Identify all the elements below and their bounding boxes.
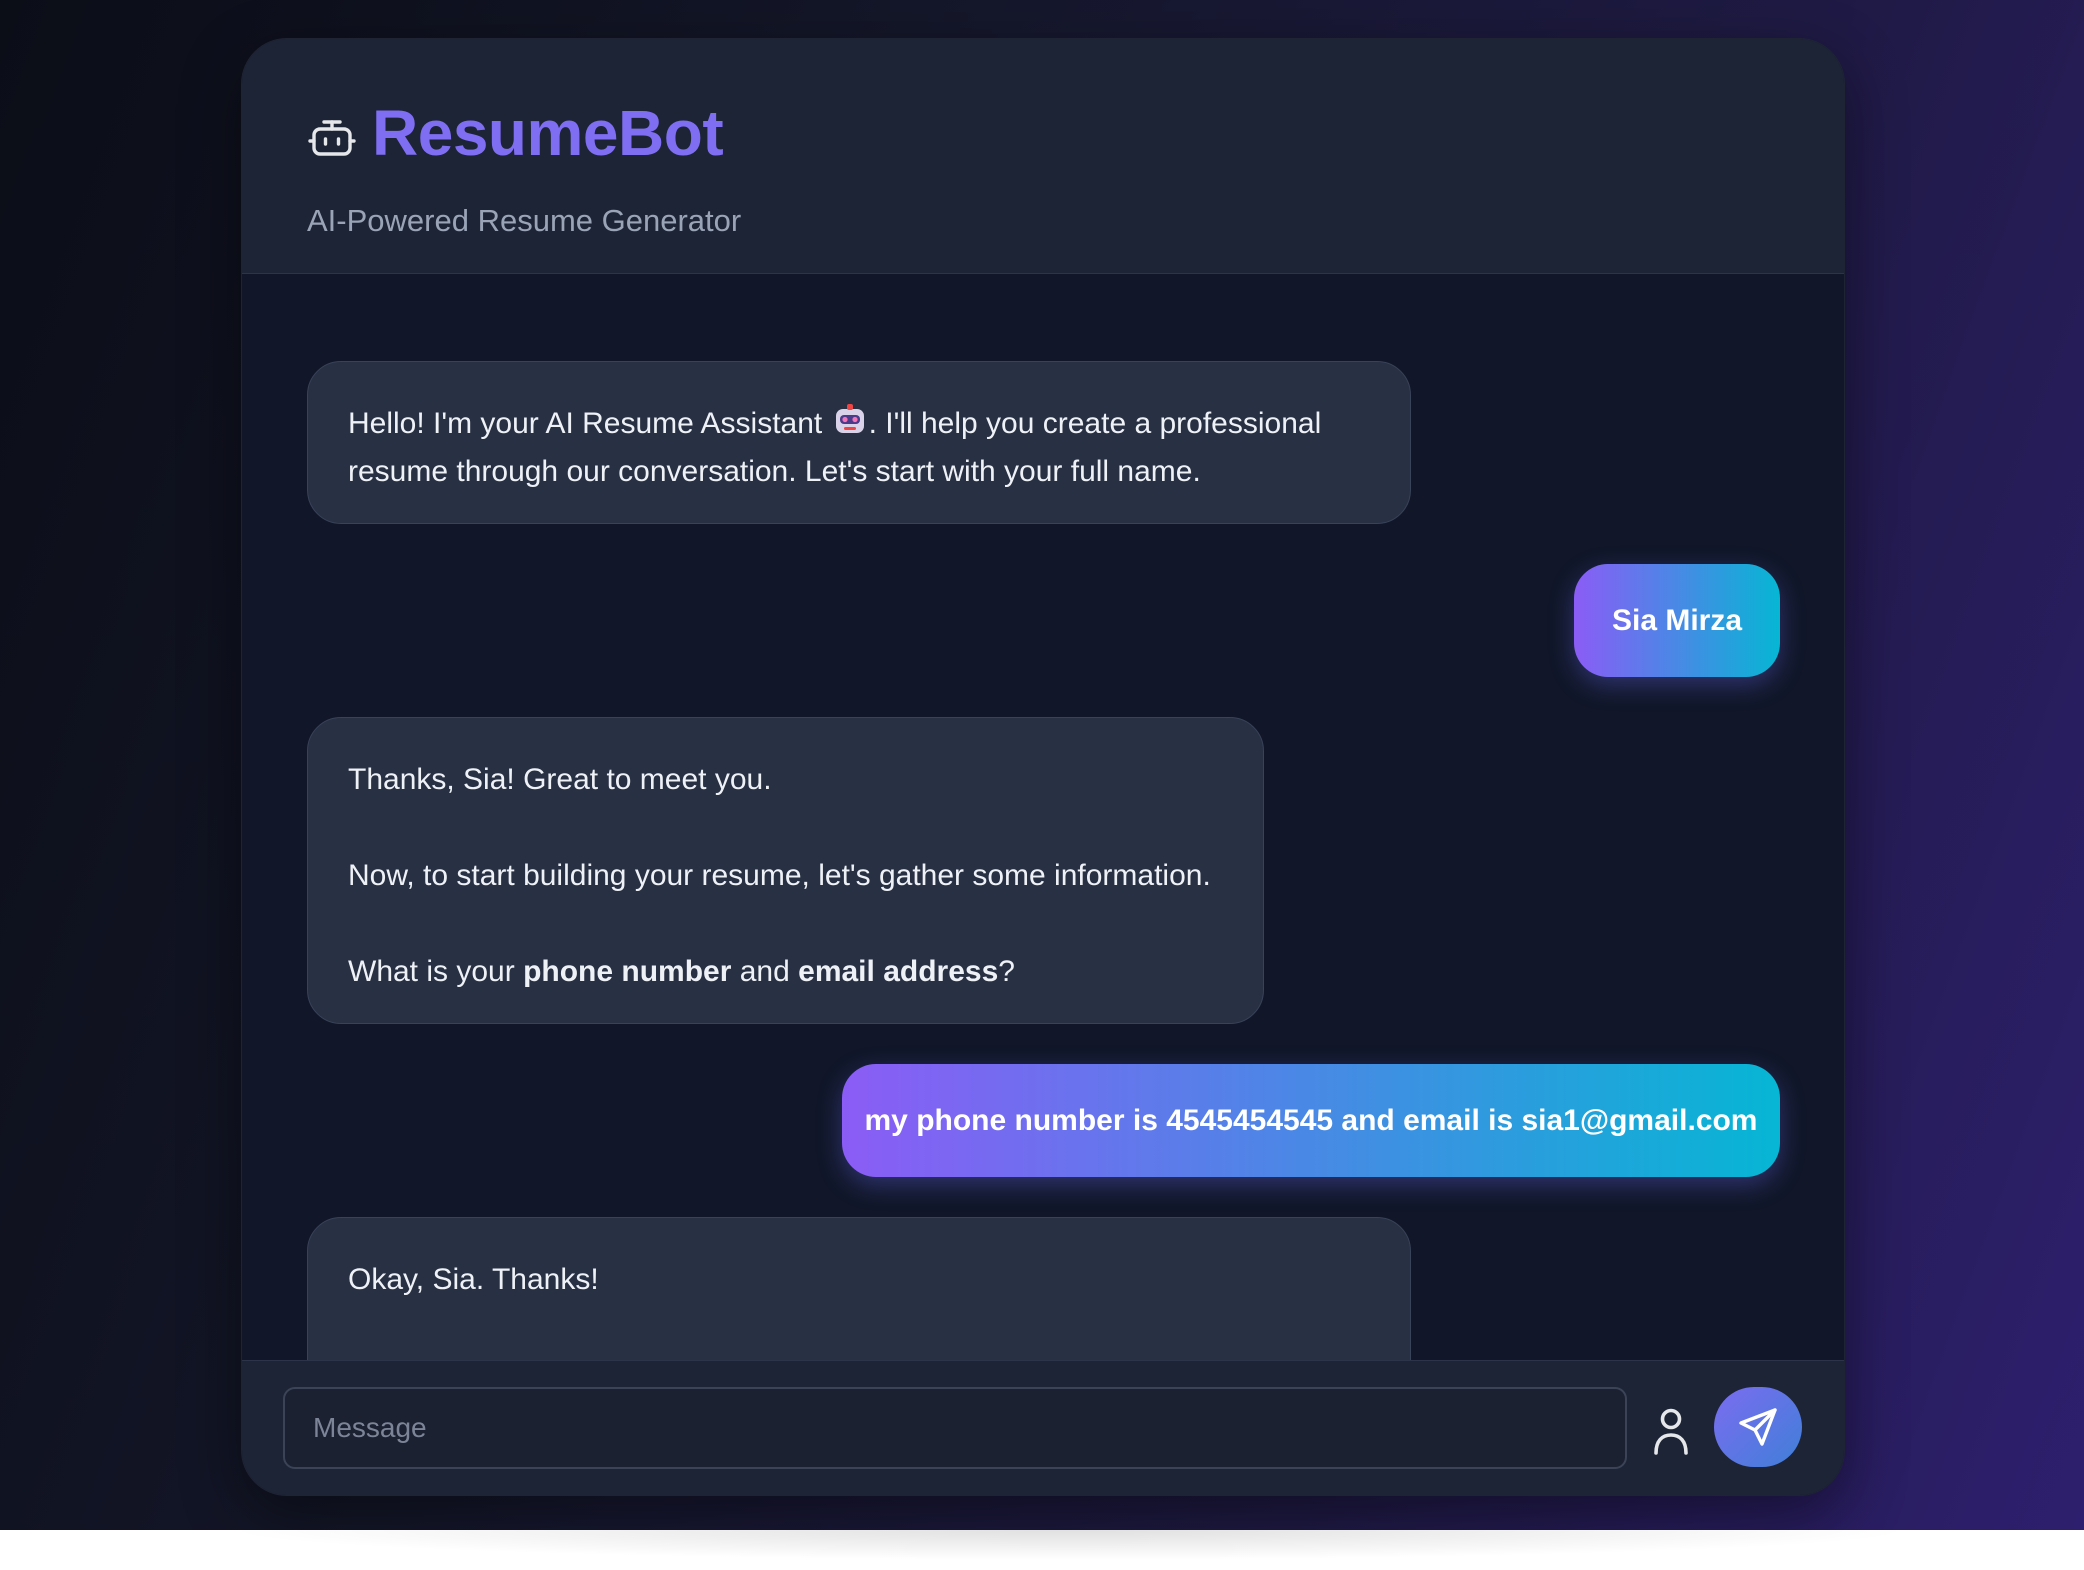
user-message: my phone number is 4545454545 and email … (842, 1064, 1780, 1177)
message-line: Now, to start building your resume, let'… (348, 859, 1211, 892)
page-background: ResumeBot AI-Powered Resume Generator He… (0, 0, 2084, 1530)
message-line: What is your phone number and email addr… (348, 955, 1015, 988)
user-icon[interactable] (1647, 1405, 1695, 1457)
message-list[interactable]: Hello! I'm your AI Resume Assistant . I'… (242, 274, 1844, 1398)
bot-message: Thanks, Sia! Great to meet you. Now, to … (307, 717, 1264, 1024)
message-text: my phone number is 4545454545 and email … (864, 1103, 1758, 1137)
app-title: ResumeBot (372, 97, 724, 169)
message-line: Hello! I'm your AI Resume Assistant . I'… (348, 400, 1370, 448)
message-input[interactable] (283, 1387, 1627, 1469)
bold-phone-number: phone number (523, 955, 732, 988)
message-line: resume through our conversation. Let's s… (348, 455, 1201, 488)
message-line: Thanks, Sia! Great to meet you. (348, 763, 772, 796)
app-subtitle: AI-Powered Resume Generator (307, 203, 742, 238)
send-icon (1739, 1408, 1777, 1446)
message-line: Okay, Sia. Thanks! (348, 1263, 599, 1296)
robot-icon (308, 120, 356, 156)
chat-window: ResumeBot AI-Powered Resume Generator He… (241, 38, 1845, 1496)
chat-header: ResumeBot AI-Powered Resume Generator (242, 39, 1844, 274)
page-shadow (220, 1530, 1920, 1560)
message-text: Sia Mirza (1611, 603, 1743, 637)
user-message: Sia Mirza (1574, 564, 1780, 677)
bot-message: Hello! I'm your AI Resume Assistant . I'… (307, 361, 1411, 524)
send-button[interactable] (1714, 1387, 1802, 1467)
bold-email-address: email address (798, 955, 999, 988)
robot-face-emoji (835, 404, 864, 433)
composer-bar (242, 1360, 1844, 1495)
